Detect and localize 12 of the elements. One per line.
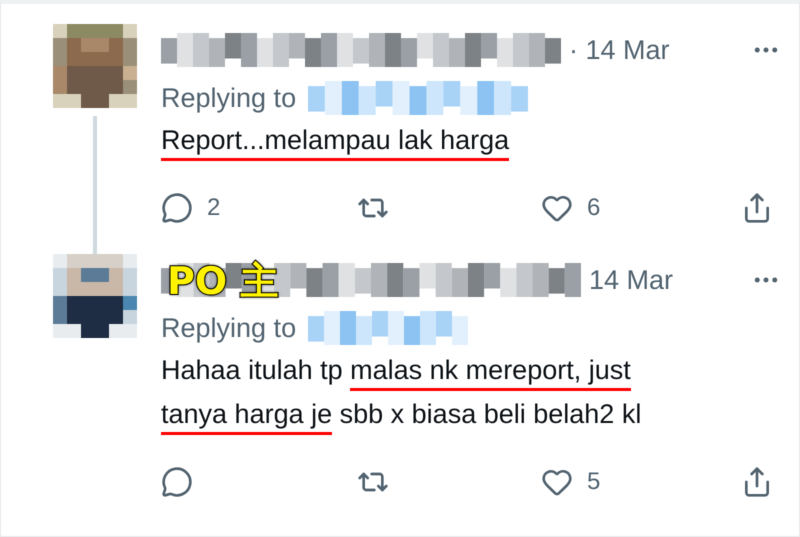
replying-to-label: Replying to <box>161 312 296 344</box>
speech-bubble-icon <box>161 192 193 224</box>
tweet-text: Report...melampau lak harga <box>161 122 781 166</box>
reply-button[interactable]: 2 <box>161 192 357 224</box>
timestamp: 14 Mar <box>589 264 674 296</box>
tweet-text: Hahaa itulah tp malas nk mereport, just tanya harga je sbb x biasa beli belah2 kl <box>161 352 781 440</box>
timestamp: · 14 Mar <box>569 34 670 66</box>
speech-bubble-icon <box>161 466 193 498</box>
like-button[interactable]: 5 <box>541 466 741 498</box>
like-button[interactable]: 6 <box>541 192 741 224</box>
replying-to-label: Replying to <box>161 82 296 114</box>
badge-label: PO 主 <box>167 258 278 305</box>
